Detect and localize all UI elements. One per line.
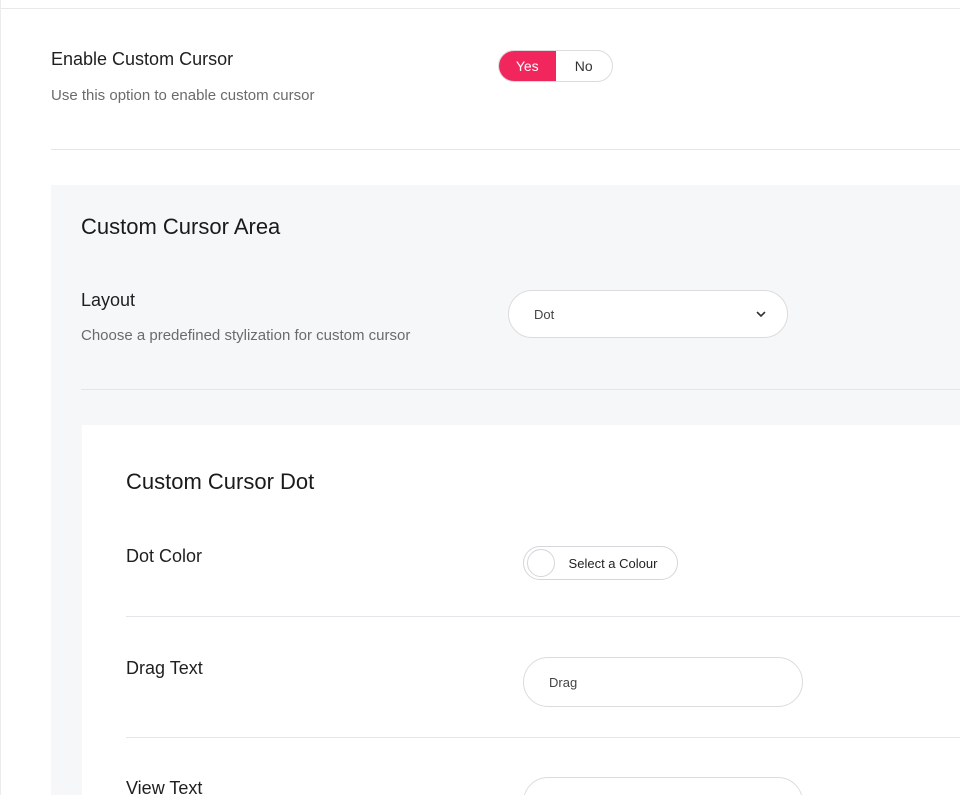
layout-title: Layout [81, 290, 136, 310]
colour-swatch [527, 549, 555, 577]
drag-text-divider [126, 737, 960, 738]
view-text-title: View Text [126, 778, 203, 795]
section-divider [51, 149, 960, 150]
view-text-input[interactable] [523, 777, 803, 795]
layout-select-value: Dot [534, 306, 555, 322]
chevron-down-icon [755, 308, 767, 320]
layout-description: Choose a predefined stylization for cust… [81, 327, 411, 344]
dot-color-title: Dot Color [126, 546, 203, 566]
enable-cursor-toggle[interactable]: Yes No [498, 50, 613, 82]
toggle-yes-option[interactable]: Yes [499, 51, 556, 81]
drag-text-input[interactable] [523, 657, 803, 707]
select-colour-label: Select a Colour [568, 555, 658, 571]
area-divider [81, 389, 960, 390]
dot-color-divider [126, 616, 960, 617]
custom-cursor-area-title: Custom Cursor Area [81, 214, 281, 239]
custom-cursor-dot-title: Custom Cursor Dot [126, 469, 315, 494]
drag-text-title: Drag Text [126, 658, 203, 678]
settings-page: Enable Custom Cursor Use this option to … [0, 0, 960, 795]
enable-cursor-title: Enable Custom Cursor [51, 49, 234, 69]
select-colour-button[interactable]: Select a Colour [523, 546, 678, 580]
enable-cursor-description: Use this option to enable custom cursor [51, 87, 315, 104]
toggle-no-option[interactable]: No [556, 51, 613, 81]
layout-select[interactable]: Dot [508, 290, 788, 338]
top-divider [1, 8, 960, 9]
